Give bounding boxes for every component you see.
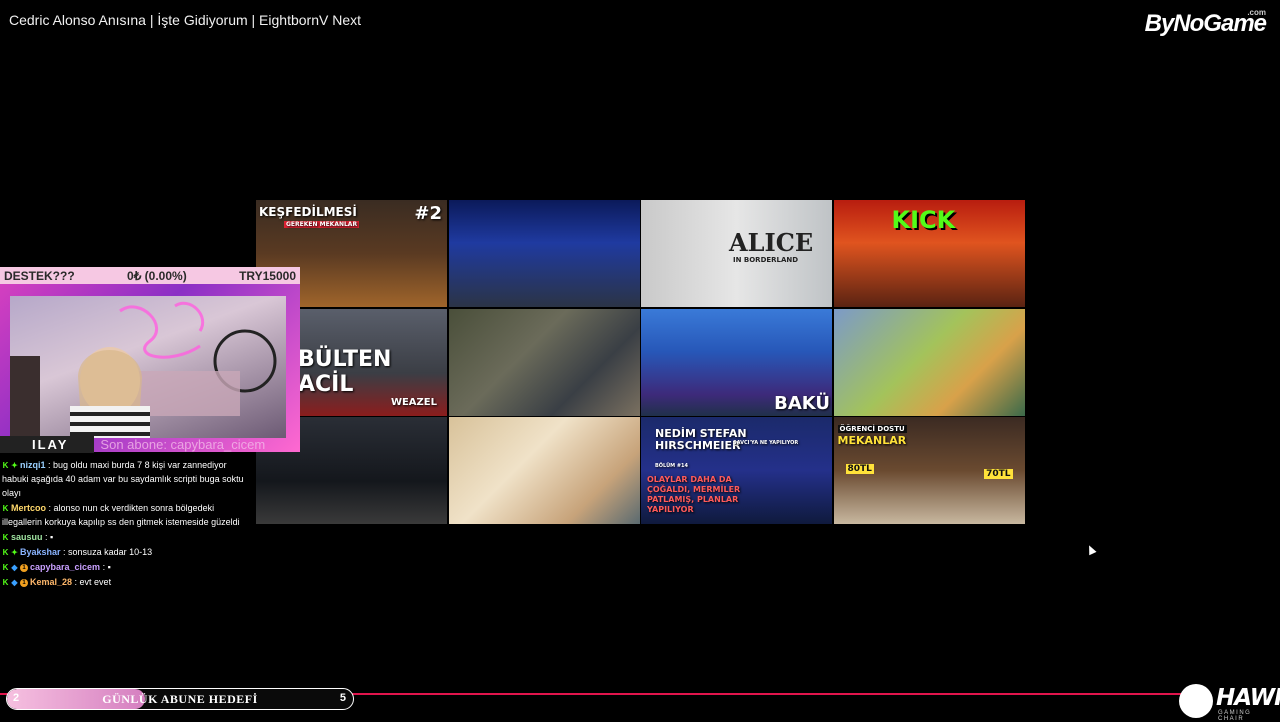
thumbnail-subcaption: IN BORDERLAND (733, 256, 799, 264)
thumbnail-10[interactable] (448, 417, 640, 524)
chat-message: Ksausuu : ▪ (2, 530, 252, 544)
thumbnail-4[interactable]: KICK (833, 200, 1025, 307)
donation-goal-progress: 0₺ (0.00%) (127, 268, 187, 283)
thumbnail-caption: ÖĞRENCİ DOSTU (837, 425, 907, 433)
thumbnail-caption-2: MEKANLAR (837, 434, 907, 447)
price-tag-right: 70TL (984, 469, 1013, 479)
gem-badge-icon: ◆ (11, 563, 18, 573)
thumbnail-subcaption: GEREKEN MEKANLAR (284, 221, 360, 228)
chat-text: : evt evet (74, 577, 112, 587)
kick-badge-icon: K (2, 548, 9, 558)
thumbnail-8[interactable] (833, 308, 1025, 416)
chat-text: : ▪ (45, 532, 54, 542)
kick-badge-icon: K (2, 563, 9, 573)
chat-username[interactable]: Byakshar (20, 547, 61, 557)
streamer-name: ILAY (0, 436, 95, 453)
thumbnail-3[interactable]: ALICE IN BORDERLAND (641, 200, 832, 307)
donation-goal-bar: DESTEK??? 0₺ (0.00%) TRY15000 (0, 267, 300, 284)
kick-badge-icon: K (2, 504, 9, 514)
kick-badge-icon: K (2, 533, 9, 543)
thumbnail-caption: BÜLTEN ACİL (298, 346, 392, 397)
video-thumbnail-grid: KEŞFEDİLMESİ GEREKEN MEKANLAR #2 ALICE I… (256, 200, 1025, 524)
thumbnail-episode: BÖLÜM #14 (655, 463, 688, 469)
last-subscriber: Son abone: capybara_cicem (100, 437, 266, 452)
thumbnail-11[interactable]: NEDİM STEFAN HIRSCHMEIER SAVCI'YA NE YAP… (641, 417, 832, 524)
chat-message: K ✦ nizqi1 : bug oldu maxi burda 7 8 kişi … (2, 458, 252, 500)
mouse-cursor (1085, 543, 1097, 556)
chat-panel: K ✦ nizqi1 : bug oldu maxi burda 7 8 kişi … (2, 458, 252, 590)
sub-badge-icon: 1 (20, 563, 28, 572)
subscriber-goal-title: GÜNLÜK ABUNE HEDEFİ (102, 692, 258, 706)
thumbnail-7[interactable]: BAKÜ (641, 308, 832, 416)
sponsor-tagline: GAMING CHAIR (1218, 710, 1252, 722)
thumbnail-caption: ALICE (729, 228, 814, 257)
stream-title: Cedric Alonso Anısına | İşte Gidiyorum |… (9, 12, 361, 28)
subscriber-goal-bar: 2 GÜNLÜK ABUNE HEDEFİ 5 (6, 688, 354, 710)
chat-message: K ◆ 1 capybara_cicem : ▪ (2, 560, 252, 574)
sub-badge-icon: 1 (20, 578, 28, 587)
chat-username[interactable]: sausuu (11, 532, 43, 542)
chat-text: : ▪ (102, 562, 111, 572)
thumbnail-caption: BAKÜ (774, 392, 830, 414)
webcam-scene (10, 301, 277, 438)
chat-message: K ◆ 1 Kemal_28 : evt evet (2, 575, 252, 589)
kick-badge-icon: K (2, 578, 9, 588)
chat-text: : sonsuza kadar 10-13 (63, 547, 153, 557)
star-badge-icon: ✦ (11, 461, 18, 471)
sponsor-name: HAWK (1216, 685, 1280, 711)
thumbnail-description: OLAYLAR DAHA DA ÇOĞALDI, MERMİLER PATLAM… (647, 475, 741, 514)
donation-goal-label: DESTEK??? (4, 268, 75, 283)
chat-message: K ✦ Byakshar : sonsuza kadar 10-13 (2, 545, 252, 559)
thumbnail-subcaption: SAVCI'YA NE YAPILIYOR (733, 440, 799, 446)
chat-username[interactable]: Mertcoo (11, 503, 46, 513)
subscriber-goal-target: 5 (339, 692, 346, 704)
thumbnail-2[interactable] (448, 200, 640, 307)
streamer-nameplate: ILAY Son abone: capybara_cicem (0, 436, 300, 453)
chat-username[interactable]: capybara_cicem (30, 562, 100, 572)
webcam-video (10, 296, 286, 438)
chat-username[interactable]: Kemal_28 (30, 577, 72, 587)
price-tag-left: 80TL (845, 464, 874, 474)
chat-username[interactable]: nizqi1 (20, 460, 46, 470)
webcam-frame (0, 284, 300, 452)
thumbnail-caption: KICK (891, 206, 956, 234)
thumbnail-caption: KEŞFEDİLMESİ (259, 205, 357, 219)
kick-badge-icon: K (2, 461, 9, 471)
gem-badge-icon: ◆ (11, 578, 18, 588)
feather-icon (1179, 684, 1213, 718)
brand-logo: ByNoGame .com (1144, 8, 1267, 37)
thumbnail-6[interactable] (448, 308, 640, 416)
donation-goal-target: TRY15000 (239, 268, 296, 283)
chat-message: K Mertcoo : alonso nun ck verdikten sonra… (2, 501, 252, 529)
thumbnail-episode: #2 (414, 203, 442, 224)
thumbnail-12[interactable]: ÖĞRENCİ DOSTU MEKANLAR 80TL 70TL (833, 417, 1025, 524)
thumbnail-subcaption: WEAZEL (390, 396, 437, 408)
star-badge-icon: ✦ (11, 548, 18, 558)
sponsor-logo: HAWK GAMING CHAIR (1178, 683, 1280, 722)
